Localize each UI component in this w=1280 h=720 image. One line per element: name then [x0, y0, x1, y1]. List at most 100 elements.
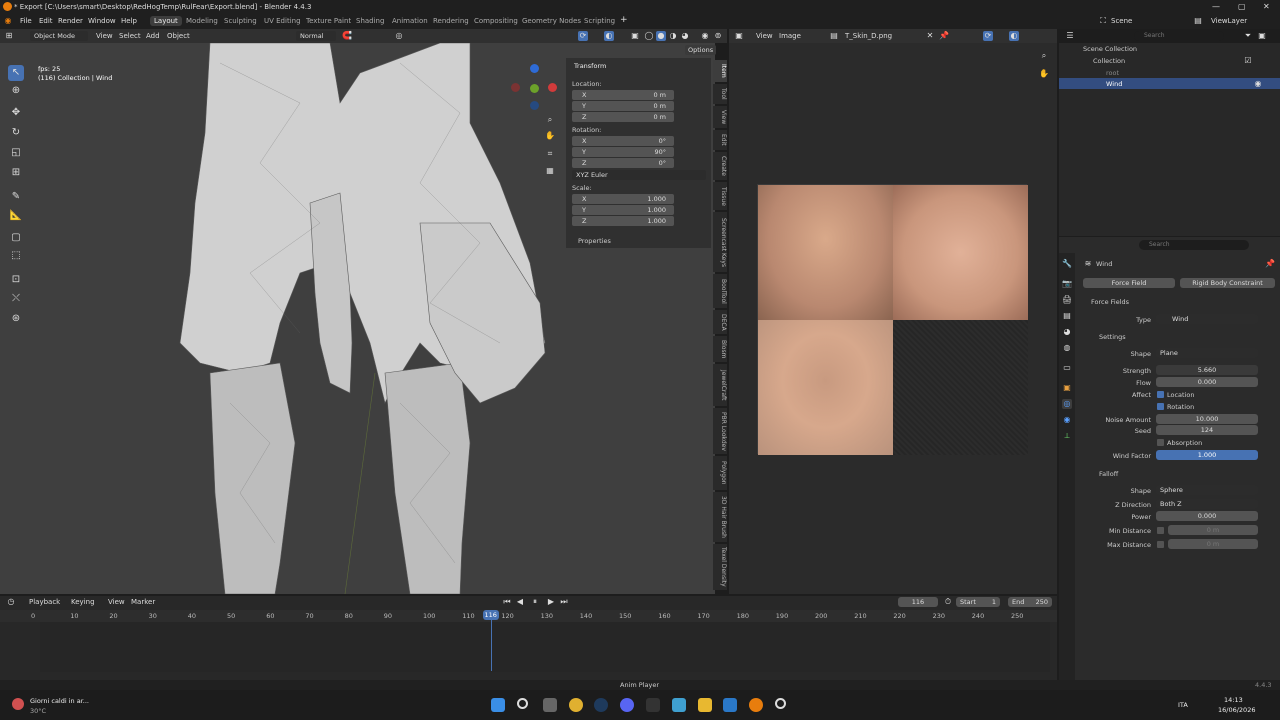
wind-factor-field[interactable]: 1.000	[1156, 450, 1258, 460]
scene-icon[interactable]: ⛶	[1098, 16, 1108, 26]
shading-options-icon[interactable]: ◉	[700, 31, 710, 41]
scene-name[interactable]: Scene	[1111, 17, 1132, 25]
extra-tool-1-icon[interactable]: ⊡	[8, 272, 24, 288]
snap-icon[interactable]: 🧲	[342, 31, 352, 41]
workspace-tab-texture-paint[interactable]: Texture Paint	[302, 16, 355, 26]
image-close-icon[interactable]: ✕	[925, 31, 935, 41]
terminal-icon[interactable]	[646, 698, 660, 712]
location-y-field[interactable]: Y0 m	[572, 101, 674, 111]
workspace-tab-rendering[interactable]: Rendering	[429, 16, 473, 26]
add-object-tool-icon[interactable]: ⬚	[8, 248, 24, 264]
scale-x-field[interactable]: X 1.000	[572, 194, 674, 204]
solid-shading-icon[interactable]: ●	[656, 31, 666, 41]
tab-edit[interactable]: Edit	[713, 130, 727, 150]
render-props-icon[interactable]: 📷	[1062, 279, 1072, 289]
chrome-icon[interactable]	[569, 698, 583, 712]
windows-start-icon[interactable]	[491, 698, 505, 712]
rotation-x-field[interactable]: X 0°	[572, 136, 674, 146]
discord-icon[interactable]	[620, 698, 634, 712]
select-tool-icon[interactable]: ↖	[8, 65, 24, 81]
force-fields-header[interactable]: Force Fields	[1091, 298, 1129, 306]
physics-props-icon[interactable]: ◎	[1062, 399, 1072, 409]
workspace-tab-layout[interactable]: Layout	[150, 16, 182, 26]
weather-icon[interactable]	[12, 698, 24, 710]
workspace-tab-modeling[interactable]: Modeling	[182, 16, 222, 26]
axis-y-gizmo[interactable]	[530, 84, 539, 93]
weather-text[interactable]: Giorni caldi in ar...	[30, 697, 89, 705]
workspace-tab-sculpting[interactable]: Sculpting	[220, 16, 261, 26]
add-cube-tool-icon[interactable]: ▢	[8, 230, 24, 246]
image-zoom-icon[interactable]: ⌕	[1039, 51, 1049, 61]
playhead[interactable]	[490, 611, 492, 671]
tab-item[interactable]: Item	[713, 60, 727, 82]
affect-location-checkbox[interactable]	[1157, 391, 1164, 398]
viewport-menu-object[interactable]: Object	[167, 32, 190, 40]
object-mode-dropdown[interactable]: Object Mode	[30, 31, 88, 41]
annotate-tool-icon[interactable]: ✎	[8, 189, 24, 205]
language-indicator[interactable]: ITA	[1178, 701, 1188, 709]
jump-end-icon[interactable]: ⏭	[559, 597, 569, 607]
tab-blosm[interactable]: Blosm	[713, 336, 727, 362]
jump-start-icon[interactable]: ⏮	[502, 597, 512, 607]
viewport-menu-view[interactable]: View	[96, 32, 113, 40]
timeline-type-icon[interactable]: ◷	[6, 597, 16, 607]
material-shading-icon[interactable]: ◑	[668, 31, 678, 41]
axis-x-gizmo[interactable]	[548, 83, 557, 92]
timeline-menu-playback[interactable]: Playback	[29, 598, 60, 606]
collection-check-icon[interactable]: ☑	[1243, 56, 1253, 66]
filter-icon[interactable]: ⏷	[1243, 31, 1253, 41]
pause-icon[interactable]: ⏸	[530, 597, 540, 607]
clock-time[interactable]: 14:13	[1224, 696, 1243, 704]
workspace-tab-geometry-nodes[interactable]: Geometry Nodes	[518, 16, 585, 26]
timeline[interactable]: ◷ Playback Keying View Marker ⏮ ◀ ⏸ ▶ ⏭ …	[0, 596, 1057, 680]
collection-row[interactable]: Collection	[1093, 57, 1125, 65]
maximize-icon[interactable]: ▢	[1238, 2, 1246, 11]
options-button[interactable]: Options	[685, 45, 717, 55]
image-browse-icon[interactable]: ▤	[829, 31, 839, 41]
app-cube-icon[interactable]	[672, 698, 686, 712]
blender-taskbar-icon[interactable]	[749, 698, 763, 712]
settings-header[interactable]: Settings	[1099, 333, 1126, 341]
camera-icon[interactable]: ⌗	[545, 149, 555, 159]
min-distance-checkbox[interactable]	[1157, 527, 1164, 534]
anim-player-label[interactable]: Anim Player	[620, 681, 659, 689]
pin-icon[interactable]: 📌	[939, 31, 949, 41]
cursor-tool-icon[interactable]: ⊕	[8, 83, 24, 99]
zoom-icon[interactable]: ⌕	[545, 115, 555, 125]
image-editor-type-icon[interactable]: ▣	[734, 31, 744, 41]
affect-rotation-checkbox[interactable]	[1157, 403, 1164, 410]
image-editor[interactable]: ⌕ ✋	[729, 43, 1057, 594]
tab-booltool[interactable]: BoolTool	[713, 274, 727, 308]
transform-tool-icon[interactable]: ⊞	[8, 165, 24, 181]
new-collection-icon[interactable]: ▣	[1257, 31, 1267, 41]
noise-amount-field[interactable]: 10.000	[1156, 414, 1258, 424]
image-name-field[interactable]: T_Skin_D.png	[845, 32, 892, 40]
z-direction-dropdown[interactable]: Both Z	[1156, 499, 1258, 509]
visibility-eye-icon[interactable]: ◉	[1253, 79, 1263, 89]
extra-tool-3-icon[interactable]: ⊛	[8, 311, 24, 327]
shape-dropdown[interactable]: Plane	[1156, 348, 1258, 358]
object-props-icon[interactable]: ▣	[1062, 383, 1072, 393]
play-reverse-icon[interactable]: ◀	[515, 597, 525, 607]
rotate-tool-icon[interactable]: ↻	[8, 125, 24, 141]
viewlayer-name[interactable]: ViewLayer	[1211, 17, 1247, 25]
transform-header[interactable]: Transform	[574, 62, 606, 70]
props-search[interactable]: Search	[1139, 240, 1249, 250]
type-dropdown[interactable]: Wind	[1156, 314, 1258, 324]
image-overlay-icon[interactable]: ◐	[1009, 31, 1019, 41]
view-layer-props-icon[interactable]: ▤	[1062, 311, 1072, 321]
viewport-menu-add[interactable]: Add	[146, 32, 160, 40]
file-explorer-icon[interactable]	[698, 698, 712, 712]
scene-collection-row[interactable]: Scene Collection	[1083, 45, 1137, 53]
close-icon[interactable]: ✕	[1263, 2, 1270, 11]
menu-file[interactable]: File	[20, 17, 32, 25]
workspace-tab-scripting[interactable]: Scripting	[580, 16, 619, 26]
overlay-toggle-icon[interactable]: ◐	[604, 31, 614, 41]
current-frame-field[interactable]: 116	[898, 597, 938, 607]
min-distance-field[interactable]: 0 m	[1168, 525, 1258, 535]
blender-menu-icon[interactable]: ◉	[3, 16, 13, 26]
grid-view-icon[interactable]: ▦	[545, 166, 555, 176]
wind-object-row[interactable]	[1059, 78, 1280, 89]
editor-type-icon[interactable]: ⊞	[4, 31, 14, 41]
scene-props-icon[interactable]: ◕	[1062, 327, 1072, 337]
